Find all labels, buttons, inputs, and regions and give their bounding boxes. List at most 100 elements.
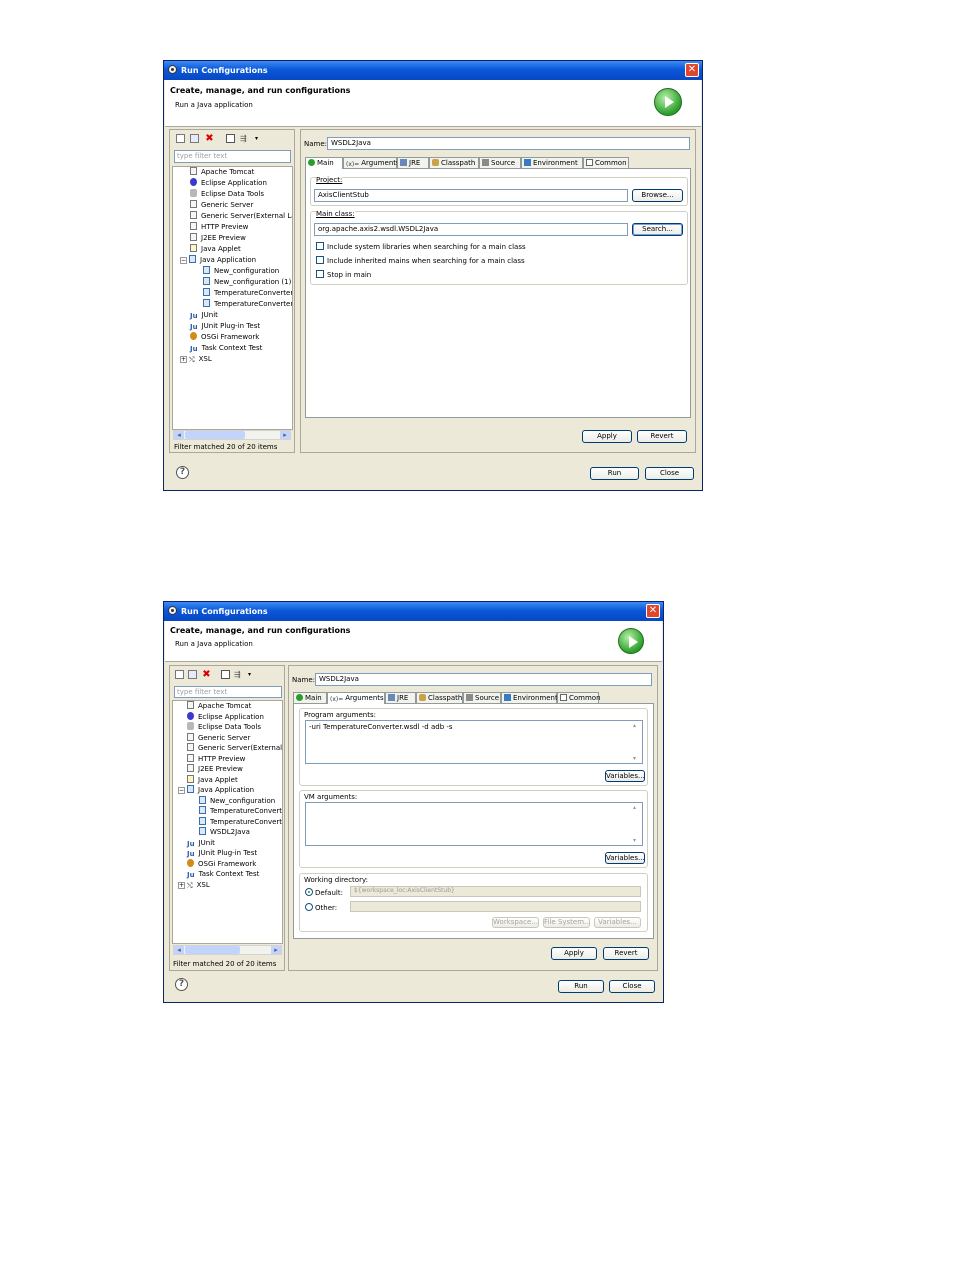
tree-item[interactable]: Generic Server bbox=[190, 200, 253, 211]
tree-item-expanded[interactable]: − Java Application bbox=[180, 255, 256, 266]
tree-child-item[interactable]: New_configuration bbox=[203, 266, 279, 277]
tree-item[interactable]: Java Applet bbox=[187, 774, 238, 786]
help-icon[interactable]: ? bbox=[176, 466, 189, 479]
tree-item[interactable]: Apache Tomcat bbox=[190, 167, 254, 178]
tree-item-collapsed[interactable]: + ⤭ XSL bbox=[180, 354, 212, 365]
filter-icon[interactable]: ⇶ bbox=[234, 670, 243, 679]
filter-dropdown-icon[interactable]: ▾ bbox=[255, 134, 264, 143]
close-button[interactable]: Close bbox=[609, 980, 655, 993]
config-tree[interactable]: Apache Tomcat Eclipse Application Eclips… bbox=[172, 700, 283, 944]
duplicate-icon[interactable] bbox=[190, 134, 199, 143]
expand-toggle-icon[interactable]: + bbox=[178, 881, 185, 889]
tree-child-item[interactable]: New_configuration (1) bbox=[203, 277, 291, 288]
include-inherited-mains-checkbox[interactable] bbox=[316, 256, 324, 264]
tree-child-item[interactable]: TemperatureConverter bbox=[199, 806, 282, 817]
tree-item[interactable]: Generic Server(External La bbox=[187, 743, 282, 754]
title-bar[interactable]: Run Configurations ✕ bbox=[164, 61, 702, 80]
tree-child-item[interactable]: TemperatureConverter bbox=[203, 299, 292, 310]
tree-child-item[interactable]: TemperatureConverter bbox=[203, 288, 292, 299]
tree-item[interactable]: Ju JUnit bbox=[187, 838, 215, 849]
tree-item[interactable]: Apache Tomcat bbox=[187, 701, 251, 712]
browse-button[interactable]: Browse... bbox=[632, 189, 683, 202]
new-launch-config-icon[interactable] bbox=[176, 134, 185, 143]
close-window-button[interactable]: ✕ bbox=[685, 63, 699, 77]
scroll-right-icon[interactable]: ▸ bbox=[280, 431, 290, 439]
new-launch-config-icon[interactable] bbox=[175, 670, 184, 679]
revert-button[interactable]: Revert bbox=[603, 947, 649, 960]
title-bar[interactable]: Run Configurations ✕ bbox=[164, 602, 663, 621]
name-input[interactable]: WSDL2Java bbox=[315, 673, 652, 686]
tree-item[interactable]: Java Applet bbox=[190, 244, 241, 255]
config-tree[interactable]: Apache Tomcat Eclipse Application Eclips… bbox=[172, 166, 293, 430]
scroll-down-icon[interactable]: ▾ bbox=[633, 837, 636, 844]
tab-source[interactable]: Source bbox=[463, 692, 501, 703]
other-dir-radio[interactable] bbox=[305, 903, 313, 911]
tab-classpath[interactable]: Classpath bbox=[416, 692, 463, 703]
close-button[interactable]: Close bbox=[645, 467, 694, 480]
tree-item[interactable]: Generic Server(External La bbox=[190, 211, 292, 222]
collapse-toggle-icon[interactable]: − bbox=[180, 257, 187, 264]
duplicate-icon[interactable] bbox=[188, 670, 197, 679]
scroll-thumb[interactable] bbox=[185, 946, 240, 954]
tab-main[interactable]: Main bbox=[293, 692, 327, 703]
name-input[interactable]: WSDL2Java bbox=[327, 137, 690, 150]
textarea-scrollbar[interactable]: ▴ ▾ bbox=[633, 804, 641, 844]
tree-item[interactable]: Eclipse Data Tools bbox=[187, 722, 261, 733]
textarea-scrollbar[interactable]: ▴ ▾ bbox=[633, 722, 641, 762]
tree-item[interactable]: HTTP Preview bbox=[187, 753, 245, 765]
vm-arguments-input[interactable]: ▴ ▾ bbox=[305, 802, 643, 846]
expand-toggle-icon[interactable]: + bbox=[180, 356, 187, 363]
tree-item-collapsed[interactable]: + ⤭ XSL bbox=[178, 880, 210, 891]
default-dir-radio[interactable] bbox=[305, 888, 313, 896]
tab-environment[interactable]: Environment bbox=[521, 157, 583, 168]
filter-input[interactable]: type filter text bbox=[174, 150, 291, 163]
tree-item[interactable]: Ju JUnit Plug-in Test bbox=[190, 321, 260, 332]
search-button[interactable]: Search... bbox=[632, 223, 683, 236]
filter-dropdown-icon[interactable]: ▾ bbox=[248, 670, 257, 679]
scroll-left-icon[interactable]: ◂ bbox=[174, 431, 184, 439]
tree-item[interactable]: Ju JUnit bbox=[190, 310, 218, 321]
tab-jre[interactable]: JRE bbox=[397, 157, 429, 168]
tree-child-item-selected[interactable]: WSDL2Java bbox=[199, 827, 250, 838]
tree-child-item[interactable]: New_configuration bbox=[199, 795, 275, 807]
scroll-left-icon[interactable]: ◂ bbox=[174, 946, 184, 954]
collapse-all-icon[interactable] bbox=[226, 134, 235, 143]
tab-classpath[interactable]: Classpath bbox=[429, 157, 479, 168]
tree-item[interactable]: J2EE Preview bbox=[187, 764, 243, 775]
program-variables-button[interactable]: Variables... bbox=[605, 770, 645, 782]
help-icon[interactable]: ? bbox=[175, 978, 188, 991]
main-class-input[interactable]: org.apache.axis2.wsdl.WSDL2Java bbox=[314, 223, 628, 236]
tree-item[interactable]: Eclipse Application bbox=[187, 711, 264, 723]
apply-button[interactable]: Apply bbox=[551, 947, 597, 960]
include-system-libraries-checkbox[interactable] bbox=[316, 242, 324, 250]
tab-common[interactable]: Common bbox=[583, 157, 629, 168]
tree-item[interactable]: Generic Server bbox=[187, 732, 250, 744]
working-dir-variables-button[interactable]: Variables... bbox=[594, 917, 641, 928]
tree-item[interactable]: J2EE Preview bbox=[190, 233, 246, 244]
tab-source[interactable]: Source bbox=[479, 157, 521, 168]
tree-item[interactable]: OSGi Framework bbox=[190, 332, 259, 343]
scroll-down-icon[interactable]: ▾ bbox=[633, 755, 636, 762]
tree-item[interactable]: Ju JUnit Plug-in Test bbox=[187, 848, 257, 859]
filter-input[interactable]: type filter text bbox=[174, 686, 282, 698]
tab-jre[interactable]: JRE bbox=[385, 692, 416, 703]
tree-item[interactable]: HTTP Preview bbox=[190, 222, 248, 233]
tab-environment[interactable]: Environment bbox=[501, 692, 558, 703]
apply-button[interactable]: Apply bbox=[582, 430, 632, 443]
program-arguments-input[interactable]: -uri TemperatureConverter.wsdl -d adb -s… bbox=[305, 720, 643, 764]
file-system-button[interactable]: File System... bbox=[543, 917, 591, 928]
workspace-button[interactable]: Workspace... bbox=[492, 917, 539, 928]
other-dir-input[interactable] bbox=[350, 901, 641, 912]
delete-icon[interactable]: ✖ bbox=[205, 134, 214, 144]
scroll-thumb[interactable] bbox=[185, 431, 245, 439]
tree-horizontal-scrollbar[interactable]: ◂ ▸ bbox=[173, 430, 291, 440]
filter-icon[interactable]: ⇶ bbox=[240, 134, 249, 143]
tab-main[interactable]: Main bbox=[305, 157, 343, 169]
delete-icon[interactable]: ✖ bbox=[202, 670, 211, 680]
stop-in-main-checkbox[interactable] bbox=[316, 270, 324, 278]
tab-arguments[interactable]: (x)= Arguments bbox=[343, 157, 400, 168]
tree-item-expanded[interactable]: − Java Application bbox=[178, 785, 254, 796]
tree-item[interactable]: Ju Task Context Test bbox=[190, 343, 262, 354]
tree-item[interactable]: Eclipse Application bbox=[190, 178, 267, 189]
project-input[interactable]: AxisClientStub bbox=[314, 189, 628, 202]
